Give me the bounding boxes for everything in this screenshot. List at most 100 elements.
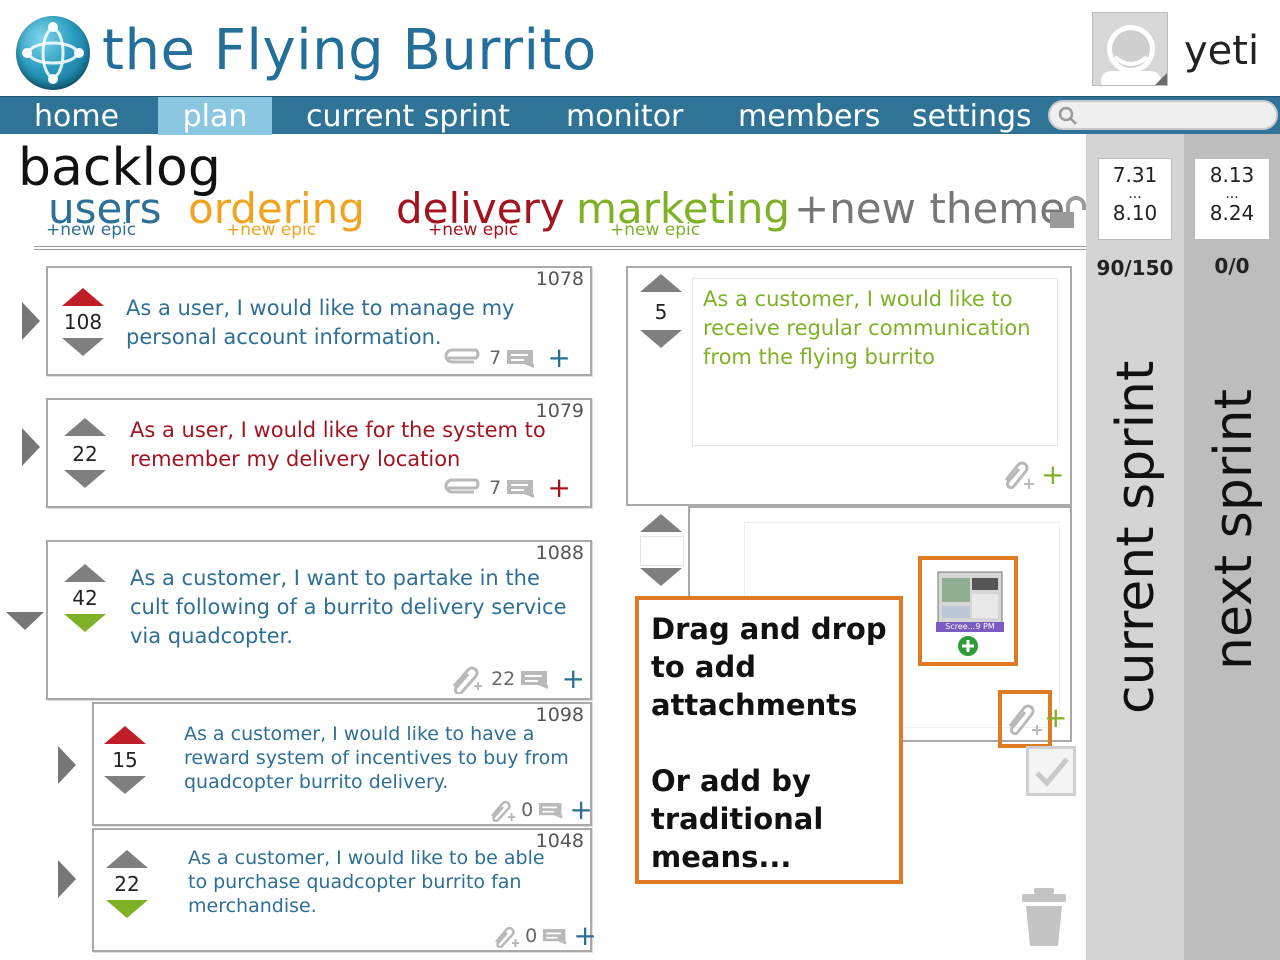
vote-down-icon[interactable] [62, 338, 104, 356]
nav-plan[interactable]: plan [158, 97, 272, 135]
vote-up-icon[interactable] [64, 418, 106, 436]
expand-story-arrow[interactable] [58, 860, 76, 898]
vote-count: 108 [63, 310, 103, 334]
story-text-editor[interactable]: As a customer, I would like to receive r… [692, 278, 1058, 446]
search-input[interactable] [1048, 100, 1278, 130]
story-card-1078[interactable]: 1078 108 As a user, I would like to mana… [46, 266, 592, 376]
vote-count: 15 [112, 748, 138, 772]
callout-line: attachments [651, 688, 858, 722]
new-epic-marketing[interactable]: +new epic [610, 220, 700, 240]
trash-icon[interactable] [1020, 886, 1068, 948]
vote-down-icon[interactable] [640, 568, 682, 586]
user-name[interactable]: yeti [1184, 28, 1259, 74]
sprint-date-separator: ... [1128, 186, 1142, 202]
new-theme-button[interactable]: +new theme [794, 184, 1065, 233]
vote-up-icon[interactable] [104, 726, 146, 744]
vote-up-icon[interactable] [106, 850, 148, 868]
new-epic-ordering[interactable]: +new epic [226, 220, 316, 240]
callout-line: traditional [651, 802, 824, 836]
paperclip-icon[interactable] [486, 798, 516, 823]
vote-down-icon[interactable] [640, 330, 682, 348]
sprint-start-date: 7.31 [1112, 163, 1158, 187]
callout-line: Or add by [651, 764, 811, 798]
callout-line: means... [651, 840, 792, 874]
expand-story-arrow[interactable] [22, 428, 40, 466]
comment-count: 7 [489, 477, 502, 499]
nav-settings[interactable]: settings [912, 97, 1032, 135]
current-sprint-panel[interactable]: 7.31 ... 8.10 90/150 current sprint [1086, 134, 1184, 960]
paperclip-icon[interactable] [1000, 460, 1036, 490]
app-logo[interactable] [16, 16, 90, 90]
comment-icon[interactable] [538, 801, 564, 819]
sprint-points: 0/0 [1214, 254, 1250, 278]
nav-members[interactable]: members [738, 97, 880, 135]
vote-control: 22 [62, 418, 108, 490]
vote-control: 108 [60, 288, 106, 360]
vote-down-icon[interactable] [106, 900, 148, 918]
add-task-button[interactable]: + [547, 341, 570, 374]
add-task-button[interactable]: + [569, 793, 592, 826]
paperclip-icon[interactable] [444, 478, 484, 498]
sprint-dates: 7.31 ... 8.10 [1098, 158, 1172, 240]
vote-down-icon[interactable] [64, 614, 106, 632]
story-id: 1078 [535, 268, 584, 290]
vote-up-icon[interactable] [62, 288, 104, 306]
add-task-button[interactable]: + [573, 919, 596, 952]
add-task-button[interactable]: + [1041, 458, 1064, 491]
drag-drop-callout: Drag and drop to add attachments Or add … [635, 596, 903, 884]
story-card-1098[interactable]: 1098 15 As a customer, I would like to h… [92, 702, 593, 826]
vote-control: 5 [638, 274, 684, 354]
paperclip-icon[interactable] [444, 348, 484, 368]
collapse-story-arrow[interactable] [6, 612, 44, 630]
nav-home[interactable]: home [34, 97, 119, 135]
vote-up-icon[interactable] [64, 564, 106, 582]
vote-count: 5 [654, 300, 668, 324]
vote-control: 22 [104, 850, 150, 922]
screenshot-thumbnail-icon [936, 571, 1004, 658]
avatar[interactable] [1092, 12, 1168, 86]
vote-count: 22 [72, 442, 98, 466]
comment-icon[interactable] [542, 927, 568, 945]
story-footer: 7 + [444, 344, 571, 372]
comment-icon[interactable] [506, 348, 536, 368]
add-task-button[interactable]: + [1044, 704, 1067, 732]
vote-down-icon[interactable] [104, 776, 146, 794]
sprint-date-separator: ... [1225, 186, 1239, 202]
add-task-button[interactable]: + [547, 471, 570, 504]
story-footer: + [1000, 460, 1065, 490]
unlock-icon[interactable] [1048, 196, 1088, 230]
comment-icon[interactable] [520, 669, 550, 689]
comment-icon[interactable] [506, 478, 536, 498]
vote-count: 22 [114, 872, 140, 896]
story-card-1079[interactable]: 1079 22 As a user, I would like for the … [46, 398, 592, 508]
attachment-thumbnail[interactable]: Scree...9 PM [918, 556, 1018, 666]
done-checkbox[interactable] [1026, 746, 1076, 796]
search-icon [1058, 106, 1077, 125]
sprint-name: current sprint [1106, 360, 1166, 714]
attachment-filename: Scree...9 PM [945, 622, 995, 631]
paperclip-icon[interactable] [446, 664, 486, 696]
vote-down-icon[interactable] [64, 470, 106, 488]
add-task-button[interactable]: + [561, 662, 584, 695]
story-detail-card[interactable]: 5 As a customer, I would like to receive… [626, 266, 1072, 506]
nav-monitor[interactable]: monitor [566, 97, 683, 135]
new-epic-delivery[interactable]: +new epic [428, 220, 518, 240]
story-text: As a user, I would like for the system t… [130, 418, 546, 471]
story-card-1048[interactable]: 1048 22 As a customer, I would like to b… [92, 828, 597, 952]
paperclip-icon[interactable] [490, 924, 520, 949]
story-footer: 22 + [446, 664, 585, 696]
story-text: As a customer, I would like to have a re… [184, 723, 569, 793]
expand-story-arrow[interactable] [22, 302, 40, 340]
vote-count-empty [640, 536, 684, 566]
vote-up-icon[interactable] [640, 274, 682, 292]
next-sprint-panel[interactable]: 8.13 ... 8.24 0/0 next sprint [1184, 134, 1280, 960]
nav-current-sprint[interactable]: current sprint [306, 97, 510, 135]
vote-control: 15 [102, 726, 148, 798]
story-id: 1088 [535, 542, 584, 564]
comment-count: 0 [521, 799, 534, 821]
expand-story-arrow[interactable] [58, 746, 76, 784]
vote-up-icon[interactable] [640, 514, 682, 532]
story-footer: 0 + [486, 796, 593, 824]
story-card-1088[interactable]: 1088 42 As a customer, I want to partake… [46, 540, 592, 700]
new-epic-users[interactable]: +new epic [46, 220, 136, 240]
